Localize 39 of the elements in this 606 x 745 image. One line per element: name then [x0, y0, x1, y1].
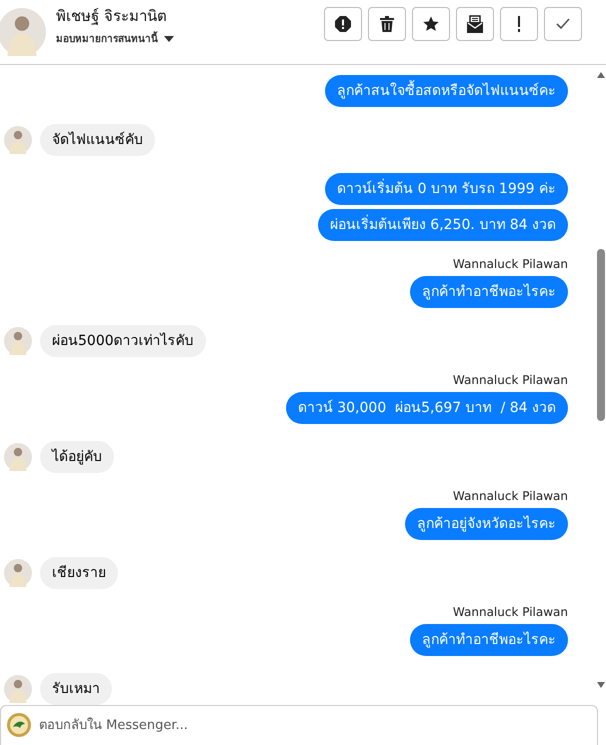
avatar [4, 126, 32, 154]
mail-icon [467, 15, 483, 33]
trash-icon [380, 16, 394, 32]
logo-icon [7, 713, 31, 737]
sender-name: Wannaluck Pilawan [452, 605, 568, 619]
alert-icon [335, 16, 351, 32]
sender-name: Wannaluck Pilawan [452, 257, 568, 271]
done-button[interactable] [544, 7, 582, 41]
received-message: รับเหมา [40, 673, 112, 705]
avatar [0, 8, 46, 56]
check-icon [556, 18, 570, 30]
avatar [4, 675, 32, 703]
sent-message: ดาวน์ 30,000 ผ่อน5,697 บาท / 84 งวด [286, 392, 568, 424]
flag-button[interactable] [500, 7, 538, 41]
caret-icon[interactable] [164, 36, 174, 42]
sent-message: ผ่อนเริ่มต้นเพียง 6,250. บาท 84 งวด [318, 209, 568, 241]
avatar [4, 559, 32, 587]
avatar [4, 327, 32, 355]
received-message: เชียงราย [40, 557, 118, 589]
sent-message: ลูกค้าทำอาชีพอะไรคะ [410, 276, 568, 308]
contact-name: พิเชษฐ์ จิระมานิต [56, 6, 168, 27]
sent-message: ลูกค้าอยู่จังหวัดอะไรคะ [405, 508, 568, 540]
sender-name: Wannaluck Pilawan [452, 489, 568, 503]
report-button[interactable] [324, 7, 362, 41]
star-icon [423, 16, 439, 32]
assign-label[interactable]: มอบหมายการสนทนานี้ [56, 31, 158, 46]
star-button[interactable] [412, 7, 450, 41]
delete-button[interactable] [368, 7, 406, 41]
received-message: ผ่อน5000ดาวเท่าไรคับ [40, 325, 206, 357]
sent-message: ดาวน์เริ่มต้น 0 บาท รับรถ 1999 ค่ะ [325, 173, 568, 205]
sender-name: Wannaluck Pilawan [452, 373, 568, 387]
received-message: จัดไฟแนนซ์คับ [40, 124, 155, 156]
reply-field[interactable]: ตอบกลับใน Messenger... [0, 705, 598, 745]
sent-message: ลูกค้าทำอาชีพอะไรคะ [410, 624, 568, 656]
mail-button[interactable] [456, 7, 494, 41]
sent-message: ลูกค้าสนใจซื้อสดหรือจัดไฟแนนซ์คะ [325, 75, 568, 107]
exclamation-icon [517, 16, 521, 32]
avatar [4, 443, 32, 471]
received-message: ได้อยู่คับ [40, 441, 114, 473]
